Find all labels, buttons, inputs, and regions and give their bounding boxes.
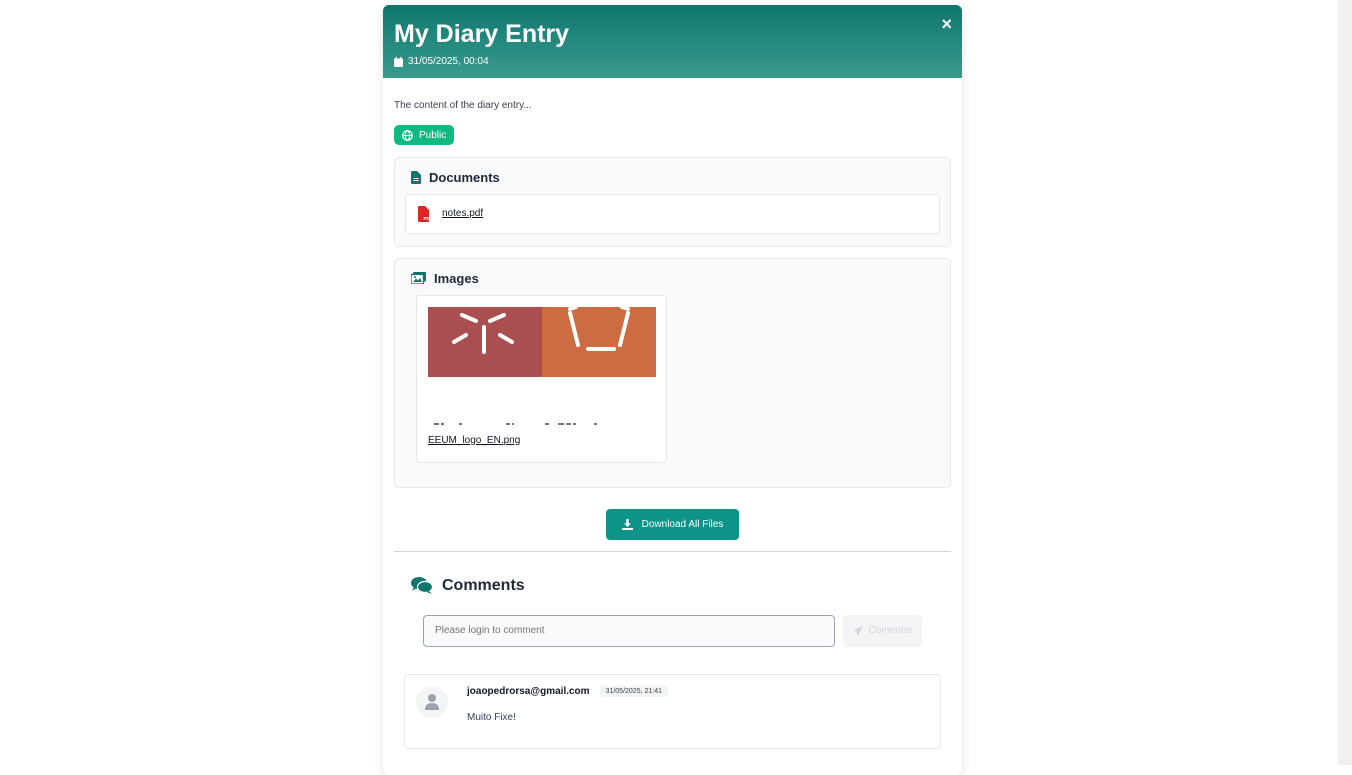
- images-title: Images: [434, 270, 479, 286]
- eeum-logo-image: [428, 306, 656, 425]
- entry-title: My Diary Entry: [394, 20, 570, 48]
- documents-header: Documents: [405, 170, 940, 185]
- comment-text: Muito Fixe!: [467, 711, 516, 723]
- download-wrapper: Download All Files: [394, 508, 951, 540]
- close-button[interactable]: ×: [941, 15, 952, 33]
- pdf-file-icon: PDF: [418, 205, 433, 222]
- images-header: Images: [405, 271, 940, 286]
- documents-title: Documents: [429, 169, 500, 185]
- comment-submit-button[interactable]: Comentar: [843, 614, 922, 647]
- download-icon: [621, 518, 633, 530]
- comments-header: Comments: [394, 577, 951, 595]
- send-icon: [852, 625, 863, 636]
- comments-icon: [411, 577, 433, 594]
- modal-body: The content of the diary entry... Public…: [383, 100, 962, 749]
- comment-input[interactable]: [423, 614, 835, 647]
- divider: [394, 550, 951, 552]
- image-card[interactable]: EEUM_logo_EN.png: [416, 294, 667, 463]
- document-link[interactable]: notes.pdf: [442, 208, 483, 219]
- image-link[interactable]: EEUM_logo_EN.png: [428, 435, 655, 446]
- comment-form: Comentar: [394, 614, 951, 647]
- images-icon: [411, 272, 426, 284]
- comment-meta: joaopedrorsa@gmail.com 31/05/2025, 21:41: [467, 685, 669, 697]
- globe-icon: [402, 129, 413, 141]
- document-icon: [411, 170, 421, 184]
- comments-title: Comments: [442, 576, 525, 594]
- page-scrollbar[interactable]: [1338, 0, 1352, 765]
- svg-text:PDF: PDF: [424, 216, 433, 221]
- download-all-label: Download All Files: [641, 518, 724, 530]
- entry-content: The content of the diary entry...: [394, 100, 532, 111]
- modal-header: My Diary Entry 31/05/2025, 00:04 ×: [383, 5, 962, 78]
- entry-date-text: 31/05/2025, 00:04: [408, 56, 489, 67]
- user-icon: [425, 693, 439, 710]
- diary-entry-modal: My Diary Entry 31/05/2025, 00:04 × The c…: [383, 5, 962, 775]
- image-thumbnail[interactable]: [428, 306, 656, 425]
- entry-date: 31/05/2025, 00:04: [394, 56, 951, 67]
- comment-item: joaopedrorsa@gmail.com 31/05/2025, 21:41…: [404, 673, 941, 749]
- comment-submit-label: Comentar: [868, 625, 913, 636]
- comment-body: joaopedrorsa@gmail.com 31/05/2025, 21:41…: [467, 685, 669, 737]
- comment-author: joaopedrorsa@gmail.com: [467, 685, 590, 697]
- visibility-label: Public: [419, 129, 447, 141]
- images-section: Images EEUM_logo_EN.png: [394, 257, 951, 488]
- visibility-badge: Public: [394, 125, 455, 145]
- avatar: [416, 685, 448, 718]
- download-all-button[interactable]: Download All Files: [605, 508, 740, 540]
- document-row[interactable]: PDF notes.pdf: [405, 193, 940, 234]
- calendar-icon: [394, 56, 403, 67]
- comment-date: 31/05/2025, 21:41: [599, 685, 669, 697]
- documents-section: Documents PDF notes.pdf: [394, 156, 951, 247]
- scrollbar-thumb[interactable]: [1341, 0, 1349, 730]
